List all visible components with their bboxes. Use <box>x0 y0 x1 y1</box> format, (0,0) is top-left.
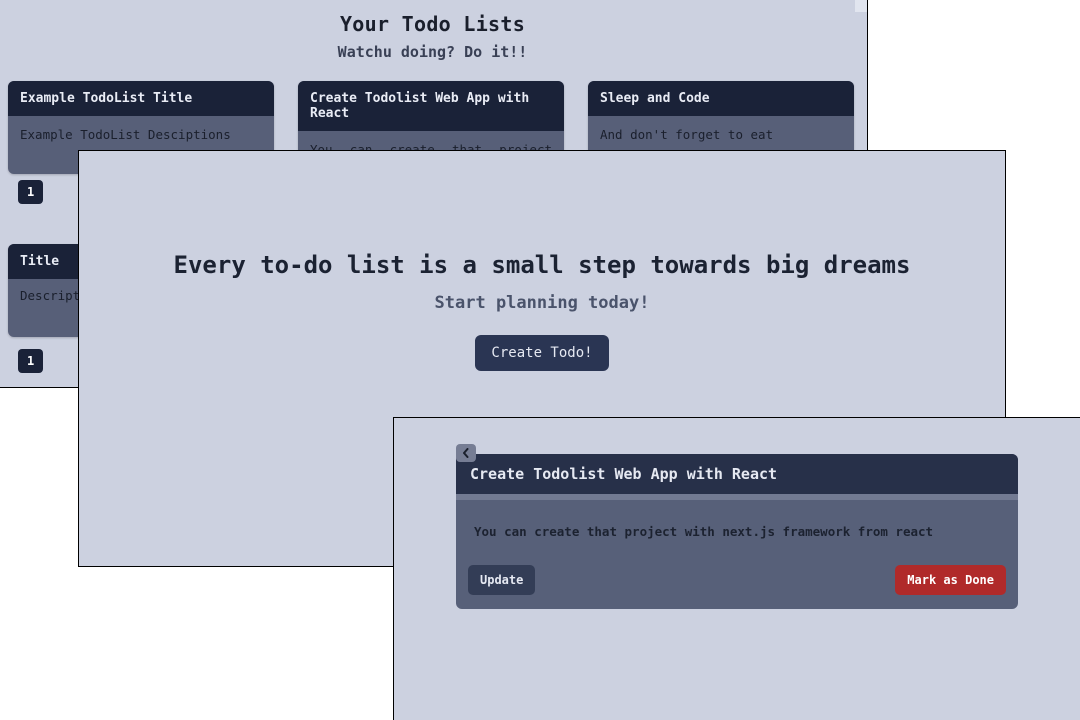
window-todo-detail: Create Todolist Web App with React You c… <box>393 417 1080 720</box>
scrollbar[interactable] <box>855 0 867 12</box>
back-button[interactable] <box>456 444 476 462</box>
hero-heading: Every to-do list is a small step towards… <box>79 251 1005 279</box>
chevron-left-icon <box>461 448 471 458</box>
card-badge: 1 <box>18 349 43 373</box>
detail-panel: Create Todolist Web App with React You c… <box>456 454 1018 609</box>
detail-body: You can create that project with next.js… <box>456 500 1018 565</box>
create-todo-button[interactable]: Create Todo! <box>475 335 608 371</box>
hero-subheading: Start planning today! <box>79 293 1005 313</box>
page-subtitle: Watchu doing? Do it!! <box>0 43 867 61</box>
card-badge: 1 <box>18 180 43 204</box>
card-title: Sleep and Code <box>588 81 854 116</box>
page-title: Your Todo Lists <box>0 12 867 36</box>
update-button[interactable]: Update <box>468 565 535 595</box>
card-title: Example TodoList Title <box>8 81 274 116</box>
detail-title: Create Todolist Web App with React <box>456 454 1018 494</box>
card-title: Create Todolist Web App with React <box>298 81 564 131</box>
mark-done-button[interactable]: Mark as Done <box>895 565 1006 595</box>
